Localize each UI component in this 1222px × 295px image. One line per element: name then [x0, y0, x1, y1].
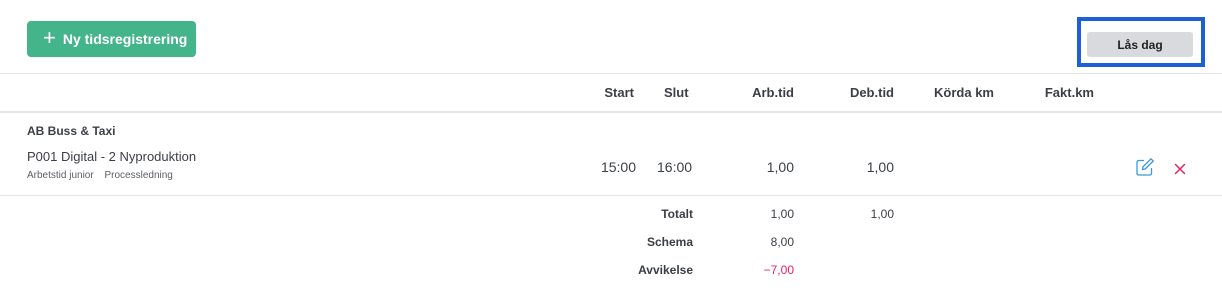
totals-arbtid: 1,00 — [770, 207, 794, 221]
edit-icon[interactable] — [1135, 157, 1155, 182]
column-header-debtid: Deb.tid — [849, 85, 894, 100]
project-name: P001 Digital - 2 Nyproduktion — [27, 149, 197, 164]
totals-debtid: 1,00 — [870, 207, 894, 221]
row-divider — [0, 195, 1222, 196]
column-header-start: Start — [604, 85, 634, 100]
deviation-label: Avvikelse — [638, 263, 693, 277]
schema-arbtid: 8,00 — [770, 235, 794, 249]
entry-tags: Arbetstid junior Processledning — [27, 170, 173, 181]
column-header-fakt-km: Fakt.km — [1044, 85, 1094, 100]
tag-activity: Arbetstid junior — [27, 170, 94, 181]
toolbar: + Ny tidsregistrering Lås dag — [0, 0, 1222, 74]
deviation-arbtid: −7,00 — [763, 263, 794, 277]
schema-label: Schema — [646, 235, 693, 249]
entry-slut: 16:00 — [657, 159, 693, 175]
new-time-entry-label: Ny tidsregistrering — [62, 31, 188, 47]
column-header-slut: Slut — [664, 85, 689, 100]
lock-day-button[interactable]: Lås dag — [1087, 32, 1193, 57]
column-header-korda-km: Körda km — [934, 85, 994, 100]
tag-category: Processledning — [104, 170, 173, 181]
totals-label: Totalt — [661, 207, 693, 221]
entry-arbtid: 1,00 — [766, 159, 794, 175]
plus-icon: + — [43, 25, 56, 50]
close-icon[interactable] — [1174, 162, 1186, 180]
new-time-entry-button[interactable]: + Ny tidsregistrering — [27, 21, 196, 57]
entry-start: 15:00 — [600, 159, 636, 175]
entry-debtid: 1,00 — [866, 159, 894, 175]
table-header: Start Slut Arb.tid Deb.tid Körda km Fakt… — [0, 74, 1222, 113]
column-header-arbtid: Arb.tid — [752, 85, 794, 100]
client-name: AB Buss & Taxi — [27, 124, 116, 138]
